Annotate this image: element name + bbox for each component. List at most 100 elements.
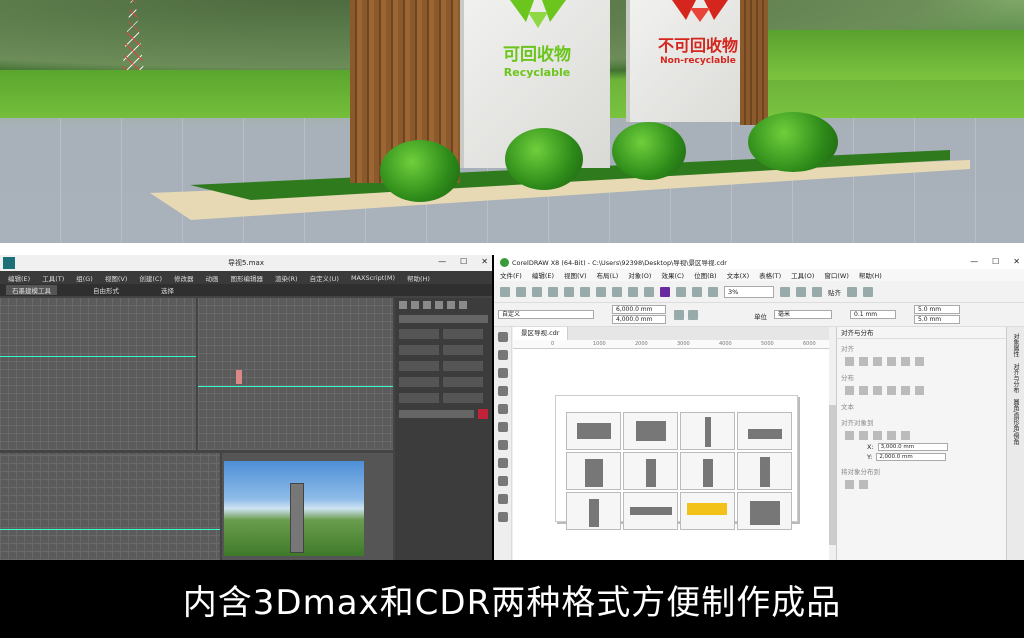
- ellipse-tool-icon[interactable]: [498, 458, 508, 468]
- nudge-distance-field[interactable]: 0.1 mm: [850, 310, 896, 319]
- new-document-icon[interactable]: [500, 286, 510, 297]
- artistic-media-icon[interactable]: [498, 422, 508, 432]
- distribute-left-icon[interactable]: [845, 386, 854, 395]
- object-type-button[interactable]: [443, 393, 483, 403]
- horizontal-ruler[interactable]: 0 1000 2000 3000 4000 5000 6000: [513, 340, 829, 349]
- open-icon[interactable]: [516, 286, 526, 297]
- menu-view[interactable]: 视图(V): [105, 273, 128, 283]
- text-tool-icon[interactable]: [498, 494, 508, 504]
- pick-tool-icon[interactable]: [498, 332, 508, 342]
- menu-edit[interactable]: 编辑(E): [532, 270, 554, 280]
- menu-maxscript[interactable]: MAXScript(M): [351, 274, 395, 282]
- utilities-tab-icon[interactable]: [459, 301, 467, 309]
- duplicate-distance-x-field[interactable]: 5.0 mm: [914, 305, 960, 314]
- active-objects-icon[interactable]: [845, 431, 854, 440]
- object-type-button[interactable]: [443, 329, 483, 339]
- distribute-center-icon[interactable]: [859, 386, 868, 395]
- viewport-perspective[interactable]: [222, 453, 393, 560]
- object-color-swatch[interactable]: [478, 409, 488, 419]
- sign-design-thumb[interactable]: [737, 452, 792, 490]
- duplicate-distance-y-field[interactable]: 5.0 mm: [914, 315, 960, 324]
- viewport-front[interactable]: [198, 298, 393, 450]
- menu-graph-editors[interactable]: 图形编辑器: [231, 273, 264, 283]
- maximize-button[interactable]: ☐: [992, 257, 999, 266]
- full-screen-icon[interactable]: [780, 286, 790, 297]
- object-type-button[interactable]: [443, 377, 483, 387]
- close-button[interactable]: ✕: [481, 257, 488, 266]
- menu-bitmaps[interactable]: 位图(B): [694, 270, 717, 280]
- object-type-button[interactable]: [399, 393, 439, 403]
- grid-icon[interactable]: [887, 431, 896, 440]
- polygon-tool-icon[interactable]: [498, 476, 508, 486]
- launch-icon[interactable]: [863, 286, 873, 297]
- viewport-left[interactable]: [0, 453, 220, 560]
- show-rulers-icon[interactable]: [796, 286, 806, 297]
- distribute-top-icon[interactable]: [887, 386, 896, 395]
- tab-freeform[interactable]: 自由形式: [87, 285, 125, 295]
- dimension-tool-icon[interactable]: [498, 512, 508, 522]
- modify-tab-icon[interactable]: [411, 301, 419, 309]
- cut-icon[interactable]: [564, 286, 574, 297]
- import-icon[interactable]: [676, 286, 686, 297]
- tab-graphite-modeling[interactable]: 石墨建模工具: [6, 285, 57, 295]
- minimize-button[interactable]: —: [970, 257, 978, 266]
- menu-file[interactable]: 文件(F): [500, 270, 522, 280]
- object-type-button[interactable]: [443, 345, 483, 355]
- sign-design-thumb[interactable]: [623, 412, 678, 450]
- corel-connect-icon[interactable]: [660, 286, 670, 297]
- print-icon[interactable]: [548, 286, 558, 297]
- sign-design-thumb[interactable]: [566, 492, 621, 530]
- landscape-icon[interactable]: [688, 310, 698, 320]
- category-dropdown[interactable]: [399, 315, 488, 323]
- menu-edit[interactable]: 编辑(E): [8, 273, 30, 283]
- tab-document[interactable]: 景区导视.cdr: [513, 327, 569, 340]
- display-tab-icon[interactable]: [447, 301, 455, 309]
- hierarchy-tab-icon[interactable]: [423, 301, 431, 309]
- page-extent-icon[interactable]: [859, 480, 868, 489]
- maximize-button[interactable]: ☐: [460, 257, 467, 266]
- menu-tools[interactable]: 工具(O): [791, 270, 814, 280]
- specified-point-icon[interactable]: [901, 431, 910, 440]
- crop-tool-icon[interactable]: [498, 368, 508, 378]
- portrait-icon[interactable]: [674, 310, 684, 320]
- sign-design-thumb[interactable]: [737, 412, 792, 450]
- name-field[interactable]: [399, 410, 474, 418]
- menu-object[interactable]: 对象(O): [628, 270, 651, 280]
- y-field[interactable]: 2,000.0 mm: [876, 453, 947, 461]
- zoom-level-field[interactable]: 3%: [724, 285, 774, 298]
- menu-text[interactable]: 文本(X): [727, 270, 750, 280]
- selection-extent-icon[interactable]: [845, 480, 854, 489]
- menu-help[interactable]: 帮助(H): [407, 273, 430, 283]
- menu-view[interactable]: 视图(V): [564, 270, 587, 280]
- vertical-scrollbar[interactable]: [829, 405, 836, 545]
- x-field[interactable]: 3,000.0 mm: [877, 443, 948, 451]
- menu-help[interactable]: 帮助(H): [859, 270, 882, 280]
- redo-icon[interactable]: [628, 286, 638, 297]
- units-select[interactable]: 毫米: [774, 310, 832, 319]
- coreldraw-logo-icon[interactable]: [500, 257, 509, 267]
- snap-to-dropdown[interactable]: 贴齐: [828, 287, 841, 297]
- tab-selection[interactable]: 选择: [155, 285, 180, 295]
- object-type-button[interactable]: [399, 329, 439, 339]
- save-icon[interactable]: [532, 286, 542, 297]
- sign-design-thumb[interactable]: [737, 492, 792, 530]
- menu-tools[interactable]: 工具(T): [42, 273, 64, 283]
- align-top-icon[interactable]: [887, 357, 896, 366]
- side-tab-object-properties[interactable]: 对象属性: [1011, 333, 1020, 357]
- menu-customize[interactable]: 自定义(U): [310, 273, 339, 283]
- menu-layout[interactable]: 布局(L): [597, 270, 619, 280]
- publish-pdf-icon[interactable]: [708, 286, 718, 297]
- minimize-button[interactable]: —: [438, 257, 446, 266]
- page-center-icon[interactable]: [873, 431, 882, 440]
- menu-group[interactable]: 组(G): [76, 273, 93, 283]
- export-icon[interactable]: [692, 286, 702, 297]
- menu-effects[interactable]: 效果(C): [661, 270, 684, 280]
- show-grid-icon[interactable]: [812, 286, 822, 297]
- drawing-page[interactable]: [555, 395, 798, 530]
- align-bottom-icon[interactable]: [915, 357, 924, 366]
- side-tab-fillet[interactable]: 圆角/扇形角/倒角: [1011, 399, 1020, 445]
- sign-design-thumb[interactable]: [623, 452, 678, 490]
- page-preset-select[interactable]: 自定义: [498, 310, 594, 319]
- viewport-top[interactable]: [0, 298, 196, 450]
- object-type-button[interactable]: [399, 377, 439, 387]
